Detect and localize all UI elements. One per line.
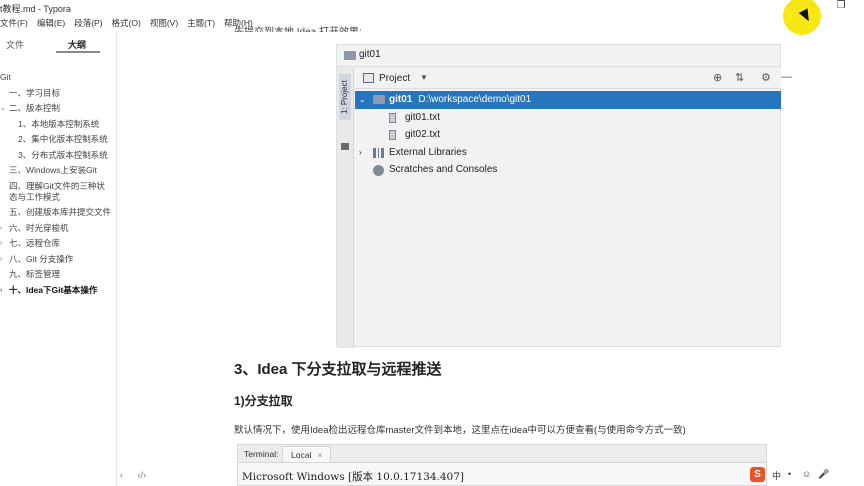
outline-item-label: 3、分布式版本控制系统: [18, 149, 108, 160]
outline-item[interactable]: ⌄ 二、版本控制: [0, 103, 117, 114]
tree-item-name: git02.txt: [405, 129, 441, 140]
outline-item-label: 四、理解Git文件的三种状态与工作模式: [9, 180, 105, 202]
tree-item-name: git01.txt: [405, 111, 441, 123]
tree-item-name: Scratches and Consoles: [389, 164, 498, 175]
paragraph-cut: 先提交到本地 Idea 打开效果:: [234, 22, 362, 32]
outline-item[interactable]: › 八、Git 分支操作: [0, 254, 117, 265]
ime-lang[interactable]: 中: [772, 469, 781, 482]
structure-icon: [341, 143, 349, 150]
close-icon: ×: [317, 450, 323, 460]
outline-item[interactable]: 三、Windows上安装Git: [0, 165, 117, 176]
sidebar-footer: ‹ ‹/›: [120, 470, 158, 480]
chevron-icon[interactable]: ›: [0, 223, 2, 234]
scratch-icon: [373, 165, 384, 176]
library-icon: [373, 147, 384, 158]
terminal-output: Microsoft Windows [版本 10.0.17134.407]: [242, 471, 464, 483]
chevron-icon[interactable]: ›: [0, 238, 2, 249]
ime-toolbar: S 中 • ☺ 🎤: [744, 464, 864, 486]
project-tree: ⌄ git01 D:\workspace\demo\git01 git01.txt gi…: [355, 91, 781, 179]
sidebar: 文件 大纲 Git 一、学习目标 ⌄ 二、版本控制 1、本地版本控制系统 2、集中化版本控…: [0, 32, 117, 486]
paragraph: 默认情况下，使用Idea检出远程仓库master文件到本地，这里点在idea中可…: [234, 425, 686, 436]
outline-item[interactable]: 一、学习目标: [0, 88, 117, 99]
tree-row-file[interactable]: git02.txt: [355, 126, 781, 144]
microphone-icon[interactable]: 🎤: [818, 469, 829, 480]
collapse-icon: ⇅: [735, 72, 745, 84]
ide-project-toolbar: Project ▼ ⊕ ⇅ ⚙ —: [355, 68, 792, 89]
outline-item-label: Git: [0, 72, 11, 82]
sogou-logo-icon[interactable]: S: [750, 467, 765, 482]
hide-icon: —: [781, 71, 792, 83]
back-icon[interactable]: ‹: [120, 470, 123, 480]
ide-side-strip: 1: Project: [337, 68, 354, 348]
tree-row-scratch[interactable]: Scratches and Consoles: [355, 161, 781, 179]
section-heading: 3、Idea 下分支拉取与远程推送: [234, 361, 442, 378]
outline-item-label: 六、时光穿梭机: [9, 222, 69, 233]
outline-list: Git 一、学习目标 ⌄ 二、版本控制 1、本地版本控制系统 2、集中化版本控制系统 3、分…: [0, 72, 117, 300]
chevron-right-icon[interactable]: ›: [359, 144, 362, 162]
outline-item-label: 八、Git 分支操作: [9, 253, 74, 264]
sidebar-tabs: 文件 大纲: [0, 32, 116, 54]
tree-row-lib[interactable]: › External Libraries: [355, 144, 781, 162]
active-tab-indicator: [56, 51, 100, 53]
menu-paragraph[interactable]: 段落(P): [74, 17, 102, 29]
outline-item[interactable]: › 七、远程仓库: [0, 238, 117, 249]
project-tool-label: 1: Project: [339, 74, 351, 120]
outline-item-label: 七、远程仓库: [9, 238, 61, 248]
subsection-heading: 1)分支拉取: [234, 394, 293, 408]
emoji-icon[interactable]: ☺: [802, 469, 811, 479]
chevron-icon[interactable]: ›: [0, 285, 2, 296]
editor: 先提交到本地 Idea 打开效果: git01 1: Project Proje…: [118, 0, 864, 486]
outline-item[interactable]: 2、集中化版本控制系统: [0, 134, 117, 145]
gear-icon: ⚙: [761, 72, 771, 84]
folder-icon: [344, 51, 356, 60]
outline-item[interactable]: › 十、Idea下Git基本操作: [0, 285, 117, 296]
terminal-tab-label: Local: [291, 450, 312, 460]
folder-icon: [373, 95, 385, 104]
terminal-label: Terminal:: [244, 449, 279, 459]
ide-window-title: git01: [359, 49, 381, 60]
project-view-label: Project: [379, 73, 411, 84]
file-icon: [389, 130, 396, 140]
outline-item[interactable]: Git: [0, 72, 117, 83]
menu-edit[interactable]: 编辑(E): [37, 17, 65, 29]
outline-item[interactable]: 3、分布式版本控制系统: [0, 150, 117, 161]
outline-item-label: 九、标签管理: [9, 269, 61, 279]
tree-item-name: git01: [389, 94, 413, 105]
outline-item[interactable]: 九、标签管理: [0, 269, 117, 280]
chevron-icon[interactable]: ›: [0, 254, 2, 265]
tab-outline[interactable]: 大纲: [68, 38, 86, 51]
terminal-tab-local: Local ×: [282, 446, 332, 462]
locate-icon: ⊕: [713, 72, 723, 84]
project-icon: [363, 73, 374, 83]
terminal-screenshot: Terminal: Local × Microsoft Windows [版本 1…: [237, 444, 767, 486]
outline-item[interactable]: 1、本地版本控制系统: [0, 119, 117, 130]
outline-item-label: 一、学习目标: [9, 87, 61, 98]
outline-item[interactable]: 四、理解Git文件的三种状态与工作模式: [0, 181, 117, 203]
dropdown-icon: ▼: [420, 73, 428, 82]
outline-item-label: 五、创建版本库并提交文件: [9, 207, 112, 217]
terminal-tabs: Terminal: Local ×: [238, 445, 766, 463]
source-code-icon[interactable]: ‹/›: [138, 470, 147, 480]
tree-item-path: D:\workspace\demo\git01: [418, 94, 532, 105]
file-icon: [389, 112, 396, 123]
tab-files[interactable]: 文件: [6, 38, 24, 51]
outline-item-label: 二、版本控制: [9, 103, 61, 113]
outline-item-label: 2、集中化版本控制系统: [18, 134, 108, 144]
tree-item-name: External Libraries: [389, 146, 467, 158]
punctuation-icon[interactable]: •: [788, 469, 791, 479]
outline-item-label: 1、本地版本控制系统: [18, 118, 100, 129]
outline-item-label: 十、Idea下Git基本操作: [9, 284, 98, 295]
chevron-down-icon[interactable]: ⌄: [359, 91, 366, 109]
outline-item[interactable]: 五、创建版本库并提交文件: [0, 207, 117, 218]
chevron-icon[interactable]: ⌄: [0, 103, 6, 114]
ide-title-bar: git01: [337, 45, 780, 67]
outline-item[interactable]: › 六、时光穿梭机: [0, 223, 117, 234]
tree-row-project[interactable]: ⌄ git01 D:\workspace\demo\git01: [355, 91, 781, 109]
outline-item-label: 三、Windows上安装Git: [9, 165, 97, 175]
ide-screenshot: git01 1: Project Project ▼ ⊕ ⇅ ⚙ — ⌄ git0…: [336, 44, 792, 348]
menu-file[interactable]: 文件(F): [0, 17, 28, 29]
tree-row-file[interactable]: git01.txt: [355, 109, 781, 127]
